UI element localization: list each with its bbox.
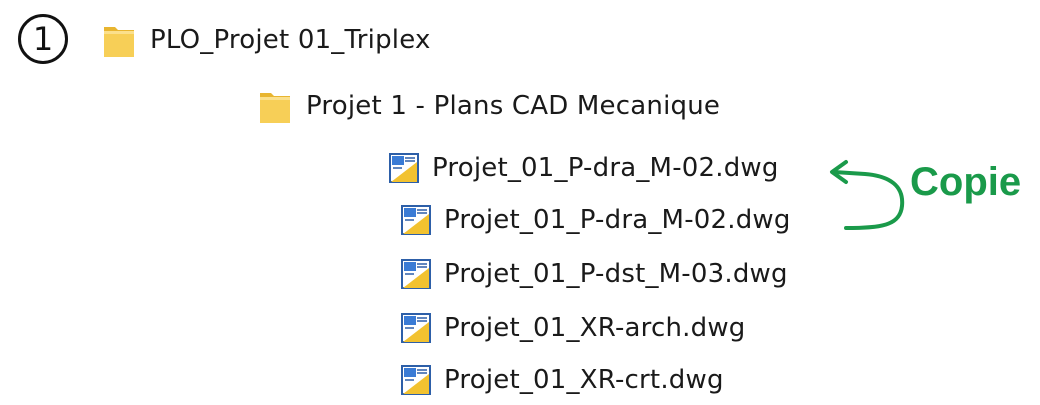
step-number-badge: 1 [18,14,68,64]
file-item[interactable]: Projet_01_XR-arch.dwg [400,306,746,350]
tree-item-root-folder[interactable]: PLO_Projet 01_Triplex [102,18,431,62]
dwg-file-icon [401,313,431,343]
file-label: Projet_01_XR-arch.dwg [444,313,746,343]
file-item[interactable]: Projet_01_P-dra_M-02.dwg [388,146,779,190]
tree-item-label: PLO_Projet 01_Triplex [150,25,431,55]
file-label: Projet_01_P-dra_M-02.dwg [444,205,791,235]
dwg-file-icon [401,365,431,395]
dwg-file-icon [401,205,431,235]
file-label: Projet_01_P-dra_M-02.dwg [432,153,779,183]
folder-icon [260,93,290,123]
step-number: 1 [32,20,54,58]
tree-item-label: Projet 1 - Plans CAD Mecanique [306,91,721,121]
folder-icon [104,27,134,57]
tree-item-sub-folder[interactable]: Projet 1 - Plans CAD Mecanique [258,84,720,128]
dwg-file-icon [389,153,419,183]
file-item[interactable]: Projet_01_P-dst_M-03.dwg [400,252,788,296]
dwg-file-icon [401,259,431,289]
file-item[interactable]: Projet_01_XR-crt.dwg [400,358,724,402]
copy-annotation-label: Copie [910,160,1022,204]
file-label: Projet_01_P-dst_M-03.dwg [444,259,788,289]
file-label: Projet_01_XR-crt.dwg [444,365,724,395]
file-item[interactable]: Projet_01_P-dra_M-02.dwg [400,198,791,242]
